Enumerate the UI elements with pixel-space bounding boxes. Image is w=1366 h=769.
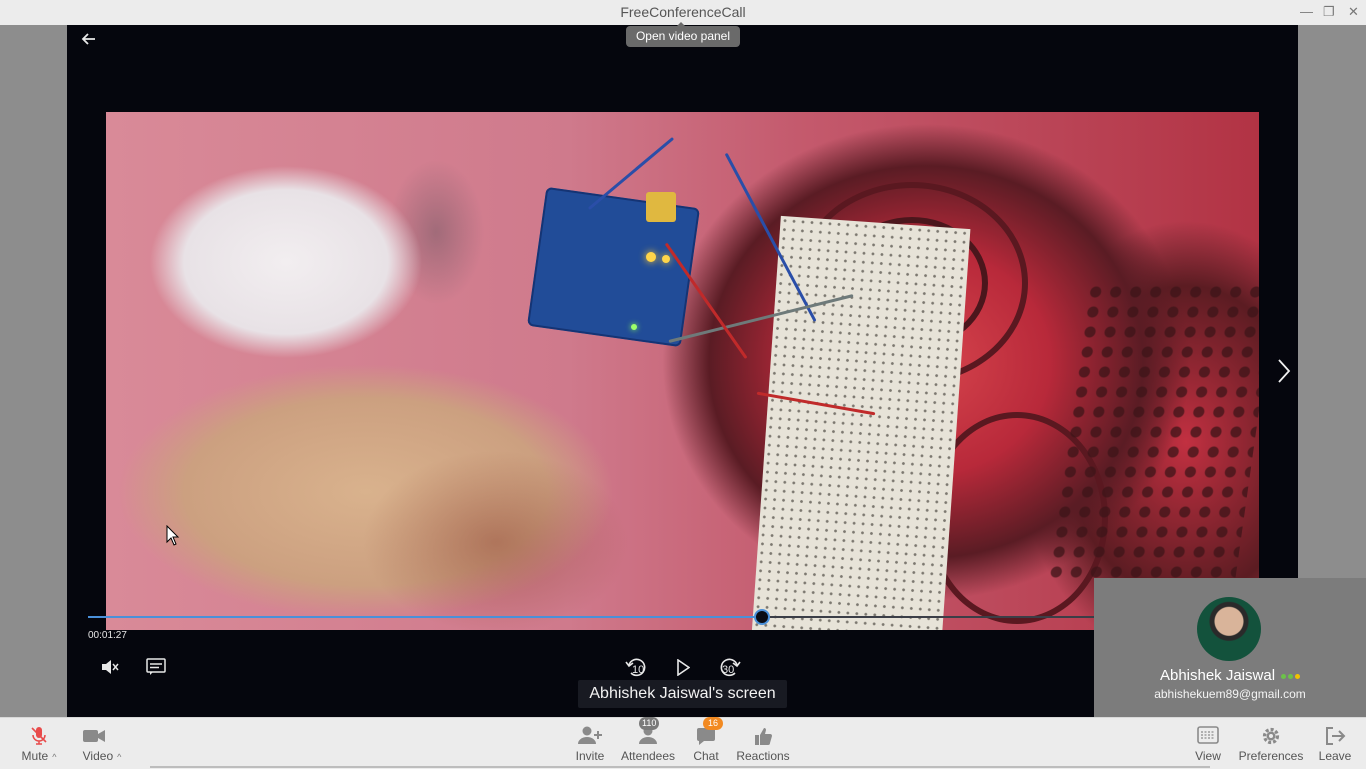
shared-screen-owner-label: Abhishek Jaiswal's screen xyxy=(578,680,787,708)
breadboard xyxy=(751,215,971,630)
preferences-label: Preferences xyxy=(1238,749,1304,763)
preferences-button[interactable]: Preferences xyxy=(1236,718,1306,769)
connection-status-icon xyxy=(1279,667,1301,684)
mute-text: Mute xyxy=(21,749,49,763)
progress-thumb[interactable] xyxy=(754,609,771,625)
participant-email: abhishekuem89@gmail.com xyxy=(1154,687,1306,701)
mute-button[interactable]: Mute ^ xyxy=(10,718,68,769)
chevron-right-icon[interactable] xyxy=(1276,358,1292,384)
invite-label: Invite xyxy=(575,749,605,763)
grid-view-icon xyxy=(1197,726,1219,744)
board-led xyxy=(662,255,670,263)
chat-button[interactable]: 16 Chat xyxy=(686,717,726,769)
mute-volume-icon[interactable] xyxy=(101,659,120,675)
left-margin xyxy=(0,25,67,717)
play-icon[interactable] xyxy=(676,659,690,676)
video-button[interactable]: Video ^ xyxy=(74,718,130,769)
shared-screen-video xyxy=(106,112,1259,630)
chevron-up-icon[interactable]: ^ xyxy=(52,752,56,762)
mute-label: Mute ^ xyxy=(10,749,68,763)
arrow-left-icon[interactable] xyxy=(80,30,98,48)
board-led xyxy=(631,324,637,330)
close-icon[interactable]: ✕ xyxy=(1348,4,1359,20)
open-video-panel-tooltip: Open video panel xyxy=(626,22,740,47)
video-camera-icon xyxy=(83,730,105,742)
reactions-label: Reactions xyxy=(736,749,790,763)
playback-progress[interactable] xyxy=(88,609,1094,625)
forward-label: 30 xyxy=(722,664,735,676)
gear-icon xyxy=(1262,727,1280,745)
add-user-icon xyxy=(578,726,602,744)
chat-count-badge: 16 xyxy=(703,717,723,730)
mouse-cursor-icon xyxy=(166,525,180,546)
leave-button[interactable]: Leave xyxy=(1314,718,1356,769)
restore-icon[interactable]: ❐ xyxy=(1323,4,1335,20)
bottom-toolbar: Mute ^ Video ^ Invite 110 Attendees 16 Cha… xyxy=(0,717,1366,769)
progress-fill xyxy=(88,616,763,618)
right-margin xyxy=(1298,25,1366,578)
board-led xyxy=(646,252,656,262)
minimize-icon[interactable]: — xyxy=(1300,4,1313,19)
participant-name: Abhishek Jaiswal xyxy=(1094,667,1366,684)
exit-icon xyxy=(1326,727,1346,745)
invite-button[interactable]: Invite xyxy=(568,718,612,769)
fabric-dots xyxy=(1044,282,1259,582)
chevron-up-icon[interactable]: ^ xyxy=(117,752,121,762)
view-label: View xyxy=(1195,749,1221,763)
leave-label: Leave xyxy=(1318,749,1352,763)
thumbs-up-icon xyxy=(755,728,772,745)
view-button[interactable]: View xyxy=(1190,718,1226,769)
attendees-count-badge: 110 xyxy=(639,717,660,730)
captions-icon[interactable] xyxy=(146,658,166,676)
attendees-button[interactable]: 110 Attendees xyxy=(618,717,678,769)
chat-label: Chat xyxy=(693,749,719,763)
microphone-icon xyxy=(31,727,47,745)
video-text: Video xyxy=(82,749,114,763)
participant-name-text: Abhishek Jaiswal xyxy=(1159,667,1276,684)
usb-connector xyxy=(646,192,676,222)
window-title: FreeConferenceCall xyxy=(620,4,746,20)
rewind-10-button[interactable]: 10 xyxy=(624,656,650,680)
attendees-label: Attendees xyxy=(620,749,676,763)
video-label: Video ^ xyxy=(74,749,130,763)
playback-time: 00:01:27 xyxy=(88,630,127,641)
rewind-label: 10 xyxy=(632,664,645,676)
reactions-button[interactable]: Reactions xyxy=(734,718,792,769)
forward-30-button[interactable]: 30 xyxy=(716,656,742,680)
avatar xyxy=(1197,597,1261,661)
